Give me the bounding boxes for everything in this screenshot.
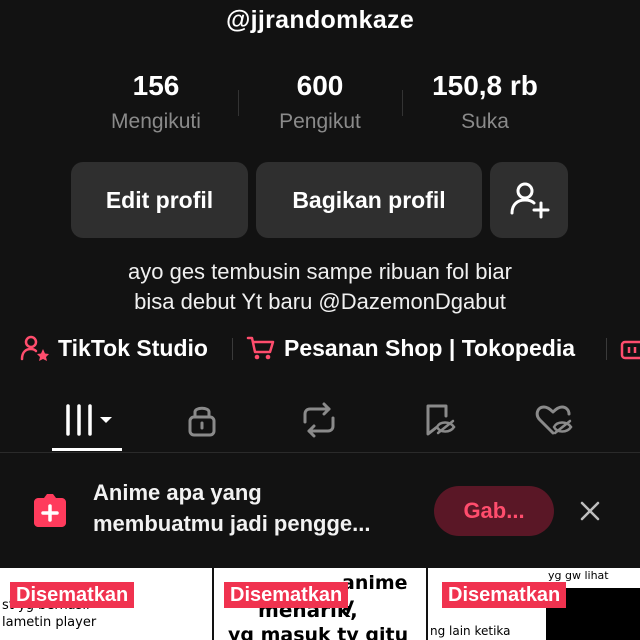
stat-followers-count: 600 (296, 70, 344, 101)
tiktok-studio-label: TikTok Studio (58, 334, 208, 361)
stat-followers[interactable]: 600 Pengikut (240, 70, 400, 134)
video-thumbnail[interactable]: st yg berhasil lametin player Disematkan (0, 568, 212, 640)
profile-stats: 156 Mengikuti 600 Pengikut 150,8 rb Suka (0, 70, 640, 140)
question-line: Anime apa yang (93, 480, 262, 505)
profile-username: @jjrandomkaze (225, 6, 415, 34)
bookmark-hidden-icon (426, 404, 456, 436)
stat-likes-count: 150,8 rb (432, 70, 538, 101)
tiktok-studio-link[interactable]: TikTok Studio (20, 330, 208, 366)
thumbnail-caption: yg gw lihat (548, 569, 609, 582)
question-banner[interactable]: Anime apa yang membuatmu jadi pengge... … (0, 455, 640, 567)
grid-icon (66, 404, 112, 436)
stat-divider (238, 90, 239, 116)
thumbnail-caption: yg masuk tv gitu (228, 624, 409, 640)
shop-orders-label: Pesanan Shop | Tokopedia (284, 334, 576, 361)
question-text: Anime apa yang membuatmu jadi pengge... (93, 477, 370, 539)
tab-videos[interactable] (42, 392, 142, 448)
stat-likes-label: Suka (461, 110, 509, 133)
bio-line: bisa debut Yt baru @DazemonDgabut (134, 289, 506, 314)
add-friend-button[interactable] (490, 162, 568, 238)
question-line: membuatmu jadi pengge... (93, 511, 371, 536)
profile-tabs (0, 392, 640, 452)
tab-reposts[interactable] (269, 392, 369, 448)
profile-bio: ayo ges tembusin sampe ribuan fol biar b… (0, 257, 640, 317)
tab-favorites[interactable] (388, 392, 488, 448)
stat-following-label: Mengikuti (111, 110, 201, 133)
add-person-icon (510, 182, 550, 219)
link-divider (232, 338, 233, 360)
video-grid: st yg berhasil lametin player Disematkan… (0, 568, 640, 640)
pinned-badge: Disematkan (10, 582, 135, 608)
bio-line: ayo ges tembusin sampe ribuan fol biar (128, 259, 512, 284)
profile-links: TikTok Studio Pesanan Shop | Tokopedia (0, 330, 640, 366)
tab-private[interactable] (152, 392, 252, 448)
join-button[interactable]: Gab... (434, 486, 554, 536)
video-thumbnail[interactable]: anime y menarik, yg masuk tv gitu Disema… (214, 568, 426, 640)
thumbnail-caption: ng lain ketika (430, 624, 511, 638)
link-divider (606, 338, 607, 360)
lock-icon (188, 406, 216, 437)
shopping-cart-icon (246, 336, 275, 360)
active-tab-indicator (52, 448, 122, 451)
tab-liked[interactable] (504, 392, 604, 448)
heart-hidden-icon (535, 405, 573, 435)
stat-likes[interactable]: 150,8 rb Suka (405, 70, 565, 134)
pinned-badge: Disematkan (442, 582, 567, 608)
tabs-divider (0, 452, 640, 453)
stat-followers-label: Pengikut (279, 110, 361, 133)
share-profile-button[interactable]: Bagikan profil (256, 162, 482, 238)
tv-icon (620, 340, 640, 360)
shop-orders-link[interactable]: Pesanan Shop | Tokopedia (246, 330, 575, 366)
stat-following[interactable]: 156 Mengikuti (76, 70, 236, 134)
edit-profile-button[interactable]: Edit profil (71, 162, 248, 238)
repost-icon (303, 402, 335, 438)
person-star-icon (20, 335, 49, 361)
add-video-icon (34, 494, 66, 527)
pinned-badge: Disematkan (224, 582, 349, 608)
stat-following-count: 156 (132, 70, 180, 101)
stat-divider (402, 90, 403, 116)
video-thumbnail[interactable]: yg gw lihat ng lain ketika Disematkan (428, 568, 640, 640)
thumbnail-caption: lametin player (2, 615, 97, 630)
live-link[interactable] (620, 330, 640, 366)
close-icon[interactable] (578, 499, 602, 523)
